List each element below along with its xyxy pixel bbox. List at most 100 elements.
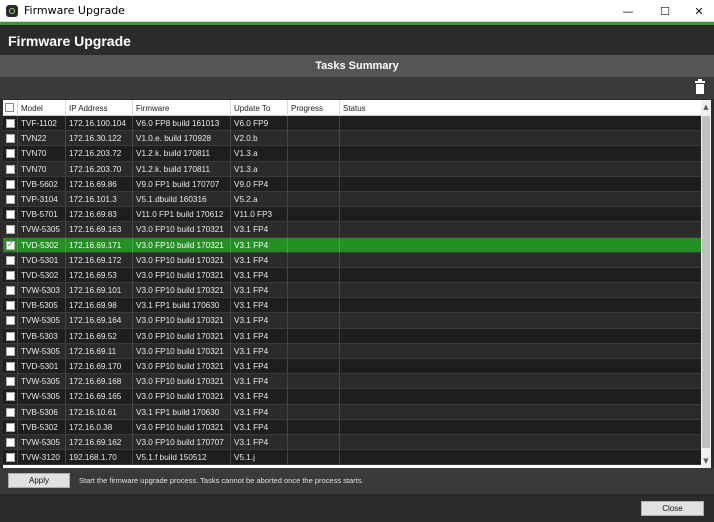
table-row[interactable]: TVW-5303 172.16.69.101 V3.0 FP10 build 170… — [3, 283, 701, 299]
tasks-table: Model IP Address Firmware Update To Prog… — [3, 100, 701, 468]
cell-status — [340, 192, 701, 207]
select-all-checkbox[interactable] — [5, 103, 14, 112]
table-row[interactable]: TVB-5303 172.16.69.52 V3.0 FP10 build 1703… — [3, 328, 701, 344]
row-checkbox[interactable] — [6, 392, 15, 402]
row-checkbox[interactable] — [6, 331, 15, 341]
cell-progress — [288, 191, 340, 207]
row-checkbox-cell — [3, 207, 18, 223]
apply-button[interactable]: Apply — [8, 473, 70, 488]
cell-ip-address: 172.16.101.3 — [66, 191, 133, 207]
row-checkbox[interactable] — [6, 255, 15, 265]
cell-update-to: V5.2.a — [231, 191, 288, 207]
table-row[interactable]: TVP-3104 172.16.101.3 V5.1.dbuild 160316 V5… — [3, 191, 701, 208]
cell-firmware: V1.2.k. build 170811 — [133, 146, 231, 162]
cell-progress — [288, 343, 340, 359]
col-ip-address[interactable]: IP Address — [66, 100, 133, 116]
scroll-up-arrow-icon[interactable]: ▲ — [701, 100, 711, 114]
table-row[interactable]: TVN22 172.16.30.122 V1.0.e. build 170928 V2… — [3, 131, 701, 147]
row-checkbox[interactable] — [6, 316, 15, 326]
table-row[interactable]: TVB-5306 172.16.10.61 V3.1 FP1 build 17063… — [3, 404, 701, 420]
cell-firmware: V3.0 FP10 build 170321 — [133, 374, 231, 390]
row-checkbox[interactable] — [6, 453, 15, 463]
table-row[interactable]: TVW-5305 172.16.69.168 V3.0 FP10 build 170… — [3, 374, 701, 390]
cell-progress — [288, 419, 340, 435]
cell-firmware: V3.1 FP1 build 170630 — [133, 404, 231, 420]
row-checkbox[interactable] — [6, 270, 15, 280]
row-checkbox[interactable] — [6, 437, 15, 447]
cell-firmware: V3.0 FP10 build 170321 — [133, 313, 231, 329]
cell-model: TVW-5305 — [18, 389, 66, 405]
col-model[interactable]: Model — [18, 100, 66, 116]
cell-firmware: V3.1 FP1 build 170630 — [133, 298, 231, 314]
row-checkbox[interactable] — [6, 240, 15, 250]
cell-update-to: V3.1 FP4 — [231, 434, 288, 450]
table-row[interactable]: TVB-5701 172.16.69.83 V11.0 FP1 build 1706… — [3, 207, 701, 223]
table-row[interactable]: TVW-5305 172.16.69.165 V3.0 FP10 build 170… — [3, 389, 701, 405]
cell-firmware: V3.0 FP10 build 170321 — [133, 267, 231, 283]
col-progress[interactable]: Progress — [288, 100, 340, 116]
app-icon — [6, 5, 18, 17]
row-checkbox[interactable] — [6, 194, 15, 204]
scrollbar-thumb[interactable] — [702, 116, 710, 448]
table-row[interactable]: TVD-5301 172.16.69.172 V3.0 FP10 build 170… — [3, 252, 701, 268]
table-row[interactable]: TVD-5301 172.16.69.170 V3.0 FP10 build 170… — [3, 359, 701, 375]
table-row[interactable]: TVD-5302 172.16.69.53 V3.0 FP10 build 1703… — [3, 267, 701, 284]
table-row[interactable]: TVW-5305 172.16.69.164 V3.0 FP10 build 170… — [3, 313, 701, 329]
col-update-to[interactable]: Update To — [231, 100, 288, 116]
cell-model: TVD-5302 — [18, 237, 66, 253]
vertical-scrollbar[interactable]: ▲ ▼ — [701, 100, 711, 468]
cell-status — [340, 253, 701, 268]
table-row[interactable]: TVB-5302 172.16.0.38 V3.0 FP10 build 17032… — [3, 419, 701, 435]
row-checkbox[interactable] — [6, 362, 15, 371]
cell-model: TVW-5303 — [18, 283, 66, 299]
row-checkbox-cell — [3, 237, 18, 253]
table-row[interactable]: TVW-5305 172.16.69.11 V3.0 FP10 build 1703… — [3, 343, 701, 359]
cell-progress — [288, 131, 340, 147]
row-checkbox-cell — [3, 434, 18, 450]
row-checkbox[interactable] — [6, 225, 15, 235]
table-row[interactable]: TVB-5305 172.16.69.98 V3.1 FP1 build 17063… — [3, 298, 701, 314]
close-button[interactable]: Close — [641, 501, 704, 516]
cell-progress — [288, 359, 340, 374]
minimize-button[interactable]: — — [611, 0, 645, 22]
table-row[interactable]: TVW-3120 192.168.1.70 V5.1.f build 150512 V… — [3, 450, 701, 466]
table-row[interactable]: TVW-5305 172.16.69.162 V3.0 FP10 build 170… — [3, 434, 701, 451]
row-checkbox[interactable] — [6, 301, 15, 311]
table-row[interactable]: TVB-5602 172.16.69.86 V9.0 FP1 build 17070… — [3, 176, 701, 192]
cell-progress — [288, 450, 340, 466]
row-checkbox[interactable] — [6, 179, 15, 189]
cell-update-to: V5.1.j — [231, 450, 288, 466]
table-row[interactable]: TVF-1102 172.16.100.104 V6.0 FP8 build 161… — [3, 116, 701, 132]
row-checkbox[interactable] — [6, 164, 15, 174]
cell-status — [340, 435, 701, 450]
cell-firmware: V5.1.f build 150512 — [133, 450, 231, 466]
table-row[interactable]: TVN70 172.16.203.72 V1.2.k. build 170811 V1… — [3, 146, 701, 162]
row-checkbox[interactable] — [6, 422, 15, 432]
row-checkbox[interactable] — [6, 134, 15, 144]
table-row[interactable]: TVW-5305 172.16.69.163 V3.0 FP10 build 170… — [3, 222, 701, 238]
row-checkbox[interactable] — [6, 286, 15, 296]
cell-model: TVB-5305 — [18, 298, 66, 314]
row-checkbox[interactable] — [6, 149, 15, 159]
row-checkbox[interactable] — [6, 210, 15, 220]
col-firmware[interactable]: Firmware — [133, 100, 231, 116]
cell-firmware: V6.0 FP8 build 161013 — [133, 116, 231, 131]
cell-progress — [288, 434, 340, 450]
col-status[interactable]: Status — [340, 100, 701, 116]
row-checkbox[interactable] — [6, 377, 15, 387]
trash-lid — [695, 81, 705, 83]
cell-ip-address: 192.168.1.70 — [66, 450, 133, 466]
cell-update-to: V2.0.b — [231, 131, 288, 147]
row-checkbox-cell — [3, 374, 18, 390]
maximize-button[interactable]: ☐ — [648, 0, 682, 22]
cell-firmware: V9.0 FP1 build 170707 — [133, 176, 231, 192]
scroll-down-arrow-icon[interactable]: ▼ — [701, 454, 711, 468]
table-row[interactable]: TVD-5302172.16.69.171V3.0 FP10 build 170… — [3, 237, 701, 253]
row-checkbox[interactable] — [6, 346, 15, 356]
table-row[interactable]: TVN70 172.16.203.70 V1.2.k. build 170811 V1… — [3, 161, 701, 177]
cell-firmware: V1.0.e. build 170928 — [133, 131, 231, 147]
row-checkbox[interactable] — [6, 407, 15, 417]
trash-icon[interactable] — [695, 79, 705, 94]
close-window-button[interactable]: ✕ — [682, 0, 714, 22]
row-checkbox[interactable] — [6, 119, 15, 128]
